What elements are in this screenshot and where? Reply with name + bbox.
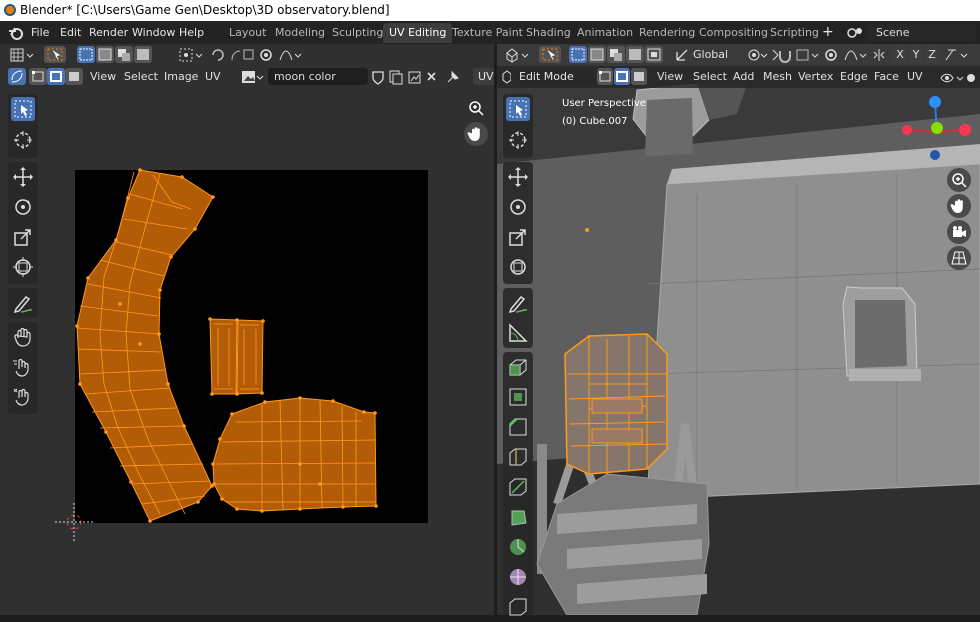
tab-compositing[interactable]: Compositing bbox=[693, 23, 774, 43]
tab-texture-paint[interactable]: Texture Paint bbox=[446, 23, 529, 43]
vp-tool-edge-slide[interactable] bbox=[506, 595, 530, 619]
viewport-select-intersect-button[interactable] bbox=[645, 46, 663, 63]
mode-dropdown[interactable]: Edit Mode bbox=[514, 68, 594, 85]
window-titlebar: Blender* [C:\Users\Game Gen\Desktop\3D o… bbox=[0, 0, 980, 21]
vp-menu-vertex[interactable]: Vertex bbox=[798, 68, 833, 85]
vp-tool-poly-build[interactable] bbox=[506, 505, 530, 529]
vp-face-select-mode-button[interactable] bbox=[631, 68, 647, 85]
perspective-label: User Perspective bbox=[562, 98, 646, 109]
tab-layout[interactable]: Layout bbox=[223, 23, 272, 43]
uv-island-small-rect-right bbox=[236, 319, 264, 395]
tab-shading[interactable]: Shading bbox=[520, 23, 577, 43]
axis-x-toggle[interactable]: X bbox=[893, 46, 907, 63]
menu-render[interactable]: Render bbox=[89, 25, 128, 41]
viewport-select-extend-button[interactable] bbox=[588, 46, 606, 63]
vp-perspective-toggle-button[interactable] bbox=[947, 246, 971, 270]
uv-editor-area: View Select Image UV moon color UV bbox=[0, 44, 496, 615]
vp-edge-select-mode-button[interactable] bbox=[614, 68, 630, 85]
vp-tool-scale[interactable] bbox=[506, 225, 530, 249]
menu-file[interactable]: File bbox=[31, 25, 49, 41]
viewport-select-new-button[interactable] bbox=[569, 46, 587, 63]
vp-vertex-select-mode-button[interactable] bbox=[597, 68, 613, 85]
viewport-subheader: Edit Mode View Select Add Mesh Vertex Ed… bbox=[497, 66, 980, 88]
gizmo-y bbox=[931, 122, 943, 134]
active-object-label: (0) Cube.007 bbox=[562, 116, 628, 127]
vp-tool-select-box[interactable] bbox=[506, 97, 530, 121]
blender-logo-icon bbox=[4, 4, 16, 16]
vp-tool-measure[interactable] bbox=[506, 321, 530, 345]
vp-tool-knife[interactable] bbox=[506, 475, 530, 499]
viewport-overlay-icons[interactable] bbox=[939, 70, 977, 86]
viewport-editor-type-icon[interactable] bbox=[505, 47, 531, 63]
gizmo-x bbox=[959, 124, 971, 136]
viewport-select-subtract-button[interactable] bbox=[607, 46, 625, 63]
vp-camera-view-button[interactable] bbox=[947, 220, 971, 244]
scene-selector[interactable]: Scene bbox=[868, 24, 976, 41]
viewport-select-tool-button[interactable] bbox=[539, 46, 561, 63]
vp-tool-extrude[interactable] bbox=[506, 355, 530, 379]
vp-tool-cursor[interactable] bbox=[506, 128, 530, 152]
axis-y-toggle[interactable]: Y bbox=[909, 46, 923, 63]
navigation-gizmo[interactable] bbox=[897, 92, 977, 166]
vp-pan-button[interactable] bbox=[947, 194, 971, 218]
window-title: Blender* [C:\Users\Game Gen\Desktop\3D o… bbox=[20, 3, 390, 17]
scene-icon[interactable] bbox=[846, 25, 864, 41]
options-icon[interactable] bbox=[943, 47, 977, 63]
viewport-select-invert-button[interactable] bbox=[626, 46, 644, 63]
blender-menu-icon[interactable] bbox=[8, 25, 24, 41]
vp-menu-view[interactable]: View bbox=[657, 68, 683, 85]
transform-orientation-dropdown[interactable]: Global bbox=[693, 46, 728, 63]
menu-window[interactable]: Window bbox=[132, 25, 175, 41]
vp-menu-uv[interactable]: UV bbox=[907, 68, 923, 85]
vp-toolbar-group-mesh bbox=[503, 352, 533, 616]
vp-tool-inset[interactable] bbox=[506, 385, 530, 409]
vp-zoom-button[interactable] bbox=[947, 168, 971, 192]
vp-tool-loop-cut[interactable] bbox=[506, 445, 530, 469]
tab-sculpting[interactable]: Sculpting bbox=[326, 23, 389, 43]
3d-cursor-point bbox=[585, 228, 589, 232]
vp-tool-annotate[interactable] bbox=[506, 291, 530, 315]
menu-edit[interactable]: Edit bbox=[60, 25, 81, 41]
vp-toolbar-group-transform bbox=[503, 162, 533, 284]
vp-toolbar-group-select bbox=[503, 94, 533, 158]
vp-tool-move[interactable] bbox=[506, 165, 530, 189]
add-workspace-button[interactable]: + bbox=[822, 24, 834, 40]
vp-menu-add[interactable]: Add bbox=[733, 68, 754, 85]
vp-tool-transform[interactable] bbox=[506, 255, 530, 279]
top-bar: File Edit Render Window Help Layout Mode… bbox=[0, 21, 980, 44]
gizmo-neg-z bbox=[930, 150, 940, 160]
viewport-proportional-editing-icon[interactable] bbox=[823, 47, 867, 63]
uv-island-rounded-block bbox=[212, 397, 377, 512]
tab-modeling[interactable]: Modeling bbox=[269, 23, 331, 43]
tab-scripting[interactable]: Scripting bbox=[764, 23, 825, 43]
mirror-axis-icon[interactable] bbox=[871, 47, 887, 63]
snapping-icon[interactable] bbox=[777, 47, 821, 63]
vp-menu-face[interactable]: Face bbox=[874, 68, 899, 85]
tab-rendering[interactable]: Rendering bbox=[633, 23, 701, 43]
tab-uv-editing[interactable]: UV Editing bbox=[383, 23, 453, 43]
tab-animation[interactable]: Animation bbox=[571, 23, 639, 43]
vp-menu-mesh[interactable]: Mesh bbox=[763, 68, 792, 85]
axis-z-toggle[interactable]: Z bbox=[925, 46, 939, 63]
uv-island-small-rect-left bbox=[209, 318, 238, 395]
vp-tool-spin[interactable] bbox=[506, 535, 530, 559]
vp-tool-rotate[interactable] bbox=[506, 195, 530, 219]
vp-toolbar-group-annotate bbox=[503, 288, 533, 348]
uv-canvas[interactable] bbox=[0, 44, 496, 615]
vp-menu-edge[interactable]: Edge bbox=[840, 68, 868, 85]
viewport-info-overlay: User Perspective (0) Cube.007 bbox=[562, 95, 646, 131]
gizmo-neg-x bbox=[902, 125, 912, 135]
vp-menu-select[interactable]: Select bbox=[693, 68, 727, 85]
menu-help[interactable]: Help bbox=[179, 25, 204, 41]
viewport-header: Global X Y Z bbox=[497, 44, 980, 66]
vp-tool-smooth[interactable] bbox=[506, 565, 530, 589]
gizmo-z bbox=[929, 96, 941, 108]
object-mode-icon bbox=[502, 70, 511, 84]
transform-orientation-icon bbox=[676, 49, 688, 61]
vp-tool-bevel[interactable] bbox=[506, 415, 530, 439]
